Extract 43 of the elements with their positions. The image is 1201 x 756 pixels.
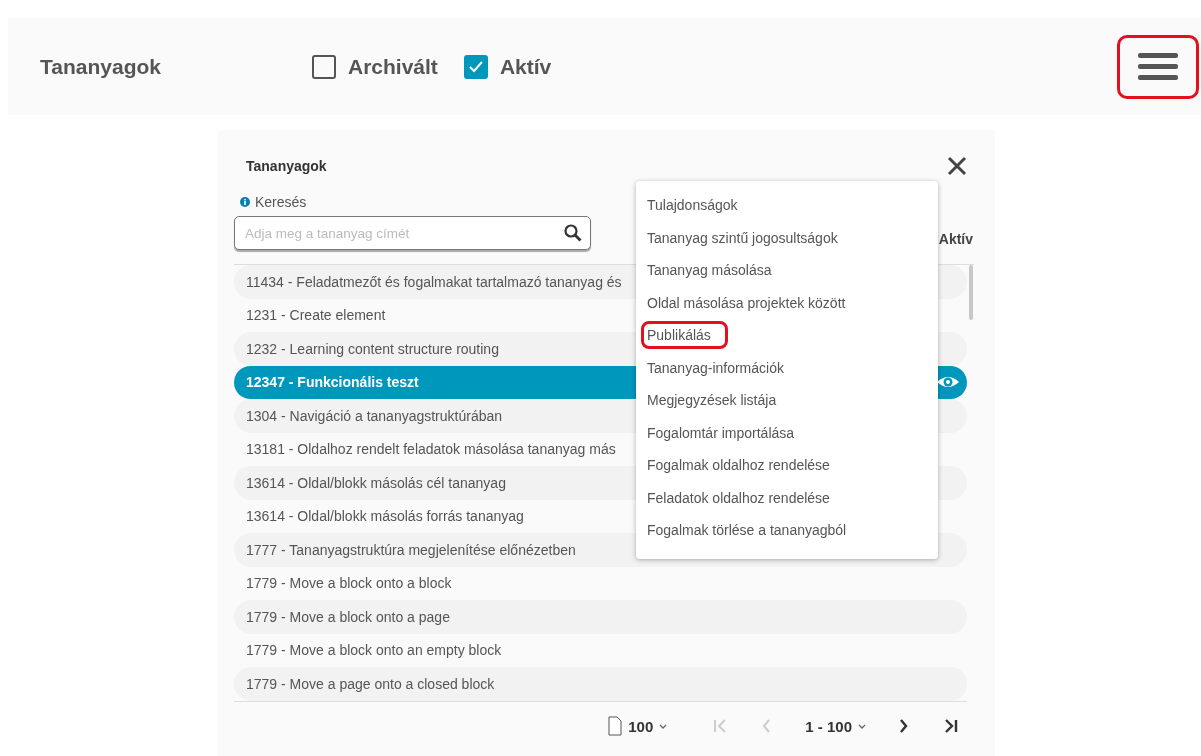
menu-item[interactable]: Publikálás <box>641 321 728 350</box>
column-header: Aktív <box>938 231 973 247</box>
menu-item[interactable]: Tulajdonságok <box>641 192 744 219</box>
list-item[interactable]: 13181 - Oldalhoz rendelt feladatok másolása tananyag más <box>246 441 616 458</box>
pager-button[interactable] <box>943 717 958 735</box>
caret-icon <box>659 723 668 729</box>
list-row[interactable]: 1779 - Move a block onto a page <box>234 600 967 634</box>
checkbox[interactable] <box>463 54 488 79</box>
info-icon <box>240 197 250 207</box>
row-title: 11434 - Feladatmezőt és fogalmakat tartalmazó tananyag és <box>246 273 622 290</box>
dialog-title: Tananyagok <box>246 158 327 174</box>
page-title: Tananyagok <box>40 54 162 79</box>
list-item[interactable]: 13614 - Oldal/blokk másolás forrás tananyag <box>246 508 524 525</box>
row-title: 1304 - Navigáció a tananyagstruktúrában <box>246 407 503 424</box>
checkbox-label[interactable]: Aktív <box>499 54 552 79</box>
row-title: 1779 - Move a page onto a closed block <box>246 675 495 692</box>
menu-item[interactable]: Tananyag szintű jogosultságok <box>641 224 844 251</box>
row-title: 12347 - Funkcionális teszt <box>246 374 419 391</box>
menu-icon <box>1138 53 1178 80</box>
list-row[interactable]: 1779 - Move a page onto a closed block <box>234 667 967 701</box>
checkbox-label[interactable]: Archivált <box>348 54 438 79</box>
range-dropdown[interactable]: 1 - 100 <box>805 717 866 735</box>
check-icon <box>466 59 485 74</box>
caret-icon <box>858 723 866 729</box>
row-title: 1232 - Learning content structure routing <box>246 340 499 357</box>
menu-button[interactable] <box>1117 34 1199 99</box>
search-field[interactable]: Adja meg a tananyag címét <box>234 216 591 250</box>
page-icon <box>608 716 623 736</box>
first-page-icon <box>713 717 729 735</box>
list-item[interactable]: 1779 - Move a block onto an empty block <box>246 642 502 659</box>
row-title: 13614 - Oldal/blokk másolás cél tananyag <box>246 474 506 491</box>
last-page-icon <box>943 717 958 735</box>
row-title: 1777 - Tananyagstruktúra megjelenítése előnézetben <box>246 541 576 558</box>
page-size-dropdown[interactable]: 100 <box>608 716 668 736</box>
close-icon <box>947 156 967 176</box>
search-label: Keresés <box>255 194 307 210</box>
list-item[interactable]: 1231 - Create element <box>246 307 386 324</box>
search-icon <box>564 224 582 242</box>
row-title: 1779 - Move a block onto a page <box>246 608 450 625</box>
list-item[interactable]: 1779 - Move a block onto a block <box>246 575 452 592</box>
close-button[interactable] <box>947 156 967 176</box>
scrollbar-thumb[interactable] <box>969 265 973 320</box>
checkbox[interactable] <box>312 54 336 79</box>
